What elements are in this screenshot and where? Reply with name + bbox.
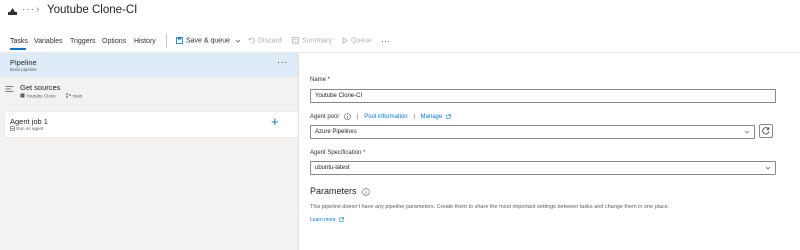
summary-icon bbox=[292, 37, 299, 44]
parameters-description: This pipeline doesn't have any pipeline … bbox=[310, 204, 670, 210]
summary-button[interactable]: Summary bbox=[292, 37, 332, 44]
agent-icon bbox=[10, 126, 15, 132]
add-task-button[interactable]: + bbox=[271, 115, 279, 128]
pipeline-item[interactable]: Pipeline Build pipeline ··· bbox=[0, 53, 298, 77]
discard-button[interactable]: Discard bbox=[248, 37, 282, 44]
queue-button[interactable]: Queue bbox=[342, 37, 372, 44]
branch-name: main bbox=[72, 93, 83, 99]
refresh-icon bbox=[762, 127, 770, 135]
repo-name: Youtube Clone bbox=[26, 93, 56, 99]
agent-pool-select[interactable]: Azure Pipelines bbox=[310, 125, 755, 139]
learn-more-link[interactable]: Learn more bbox=[310, 217, 344, 223]
name-label: Name * bbox=[310, 77, 331, 83]
get-sources-title[interactable]: Get sources bbox=[20, 83, 60, 92]
more-actions-button[interactable]: ··· bbox=[381, 36, 390, 46]
save-queue-label: Save & queue bbox=[186, 37, 230, 45]
play-icon bbox=[342, 37, 348, 44]
save-queue-button[interactable]: Save & queue bbox=[176, 37, 244, 44]
branch-icon bbox=[66, 93, 72, 99]
info-icon[interactable] bbox=[344, 113, 352, 120]
toolbar-divider bbox=[166, 34, 167, 48]
tab-history[interactable]: History bbox=[134, 38, 156, 45]
refresh-pool-button[interactable] bbox=[759, 124, 773, 138]
agent-job-title: Agent job 1 bbox=[10, 117, 48, 126]
agent-job-card[interactable]: Agent job 1 Run on agent + bbox=[5, 112, 298, 137]
queue-label: Queue bbox=[351, 37, 373, 45]
learn-more-label: Learn more bbox=[310, 217, 336, 223]
agent-job-subtitle: Run on agent bbox=[16, 126, 44, 131]
external-link-icon bbox=[339, 217, 344, 223]
undo-icon bbox=[248, 37, 255, 44]
pool-separator-1: | bbox=[357, 114, 359, 121]
repo-icon bbox=[20, 93, 25, 98]
parameters-title: Parameters bbox=[310, 186, 357, 196]
get-sources-icon bbox=[5, 86, 14, 92]
info-icon[interactable] bbox=[362, 187, 370, 196]
pool-information-link[interactable]: Pool information bbox=[364, 114, 407, 120]
name-value: Youtube Clone-CI bbox=[315, 93, 363, 99]
discard-label: Discard bbox=[258, 37, 282, 45]
summary-label: Summary bbox=[302, 37, 332, 45]
agent-spec-select[interactable]: ubuntu-latest bbox=[310, 161, 776, 175]
agent-spec-value: ubuntu-latest bbox=[315, 165, 350, 171]
agent-pool-label-row: Agent pool | Pool information | Manage bbox=[310, 113, 451, 120]
chevron-down-icon bbox=[235, 39, 241, 43]
top-bar: ··· › Youtube Clone-CI bbox=[0, 0, 800, 24]
pipeline-subtitle: Build pipeline bbox=[10, 67, 37, 72]
pipeline-title: Pipeline bbox=[10, 58, 37, 67]
tab-tasks[interactable]: Tasks bbox=[10, 38, 28, 45]
name-input[interactable]: Youtube Clone-CI bbox=[310, 89, 776, 103]
save-icon bbox=[176, 37, 183, 44]
pipeline-tree-panel: Pipeline Build pipeline ··· Get sources … bbox=[0, 53, 298, 250]
pipeline-more-button[interactable]: ··· bbox=[277, 57, 288, 67]
tab-triggers[interactable]: Triggers bbox=[70, 38, 95, 45]
pipeline-logo-icon bbox=[8, 8, 17, 15]
agent-spec-label: Agent Specification * bbox=[310, 150, 366, 156]
agent-pool-value: Azure Pipelines bbox=[315, 129, 357, 135]
get-sources-meta: Youtube Clone main bbox=[20, 93, 83, 99]
tab-variables[interactable]: Variables bbox=[34, 38, 63, 45]
manage-link[interactable]: Manage bbox=[421, 114, 443, 120]
breadcrumb-more-button[interactable]: ··· bbox=[22, 4, 35, 15]
parameters-heading-row: Parameters bbox=[310, 186, 370, 196]
external-link-icon bbox=[446, 114, 451, 119]
breadcrumb-separator: › bbox=[36, 4, 40, 15]
agent-pool-label: Agent pool bbox=[310, 114, 339, 121]
panel-divider bbox=[298, 53, 299, 250]
active-tab-indicator bbox=[10, 48, 26, 50]
tab-options[interactable]: Options bbox=[102, 38, 126, 45]
agent-job-subtitle-row: Run on agent bbox=[10, 126, 44, 132]
chevron-down-icon bbox=[765, 166, 771, 170]
chevron-down-icon bbox=[744, 130, 750, 134]
page-title: Youtube Clone-CI bbox=[47, 4, 138, 16]
pool-separator-2: | bbox=[413, 114, 415, 121]
